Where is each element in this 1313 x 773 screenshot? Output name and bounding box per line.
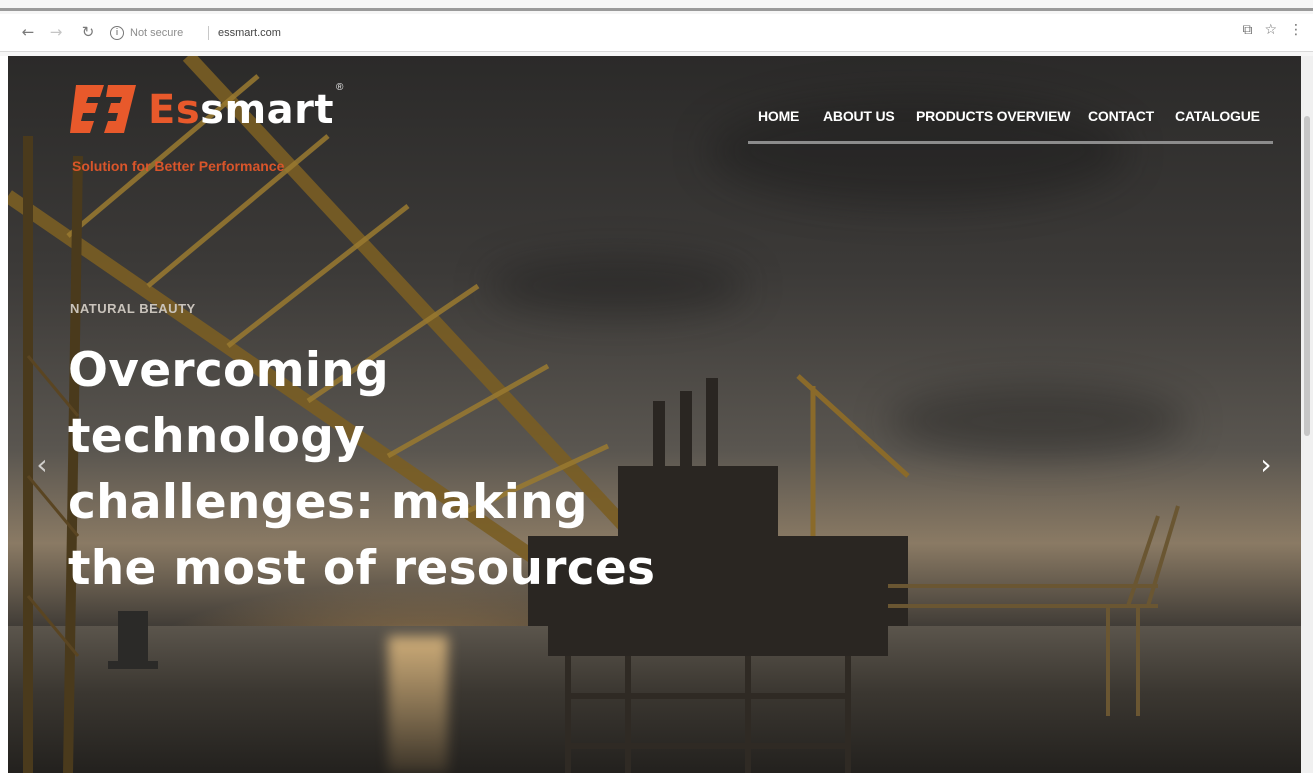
nav-item-about-us[interactable]: ABOUT US — [823, 104, 895, 128]
star-icon[interactable]: ☆ — [1264, 22, 1277, 42]
menu-icon[interactable]: ⋮ — [1289, 22, 1303, 42]
back-arrow-icon[interactable]: ← — [18, 22, 38, 42]
address-separator — [208, 26, 209, 40]
brand-name: Essmart — [148, 87, 334, 133]
nav-item-contact[interactable]: CONTACT — [1088, 104, 1154, 128]
url-text[interactable]: essmart.com — [218, 21, 281, 45]
headline-line: Overcoming — [68, 343, 389, 398]
hero-slider: Essmart ® Solution for Better Performanc… — [8, 56, 1301, 773]
info-icon[interactable]: i — [110, 26, 124, 40]
slider-next-arrow-icon[interactable]: › — [1254, 449, 1278, 481]
browser-top-border — [0, 8, 1313, 11]
logo-mark-icon — [70, 83, 138, 137]
browser-chrome: ← → ↻ i Not secure essmart.com ⧉ ☆ ⋮ — [0, 0, 1313, 56]
slide-kicker: NATURAL BEAUTY — [70, 301, 196, 316]
reload-icon[interactable]: ↻ — [78, 22, 98, 42]
nav-item-products-overview[interactable]: PRODUCTS OVERVIEW — [916, 104, 1070, 128]
translate-icon[interactable]: ⧉ — [1242, 22, 1252, 42]
headline-line: challenges: making — [68, 475, 588, 530]
forward-arrow-icon[interactable]: → — [46, 22, 66, 42]
brand-logo[interactable]: Essmart — [70, 82, 334, 138]
slider-prev-arrow-icon[interactable]: ‹ — [30, 449, 54, 481]
brand-tagline: Solution for Better Performance — [72, 158, 285, 174]
brand-suffix: smart — [200, 87, 334, 133]
slide-headline: Overcoming technology challenges: making… — [68, 338, 708, 602]
headline-line: technology — [68, 409, 366, 464]
brand-prefix: Es — [148, 87, 201, 133]
nav-item-catalogue[interactable]: CATALOGUE — [1175, 104, 1260, 128]
security-label[interactable]: Not secure — [130, 21, 183, 45]
nav-item-home[interactable]: HOME — [758, 104, 799, 128]
address-bar[interactable]: i Not secure essmart.com — [104, 21, 1284, 45]
address-bar-row: ← → ↻ i Not secure essmart.com ⧉ ☆ ⋮ — [0, 14, 1313, 52]
main-navigation: HOME ABOUT US PRODUCTS OVERVIEW CONTACT … — [748, 104, 1273, 144]
headline-line: the most of resources — [68, 541, 656, 596]
scrollbar-thumb[interactable] — [1304, 116, 1310, 436]
browser-actions: ⧉ ☆ ⋮ — [1242, 22, 1303, 42]
page-scrollbar[interactable] — [1301, 56, 1313, 773]
trademark-mark: ® — [336, 82, 344, 93]
